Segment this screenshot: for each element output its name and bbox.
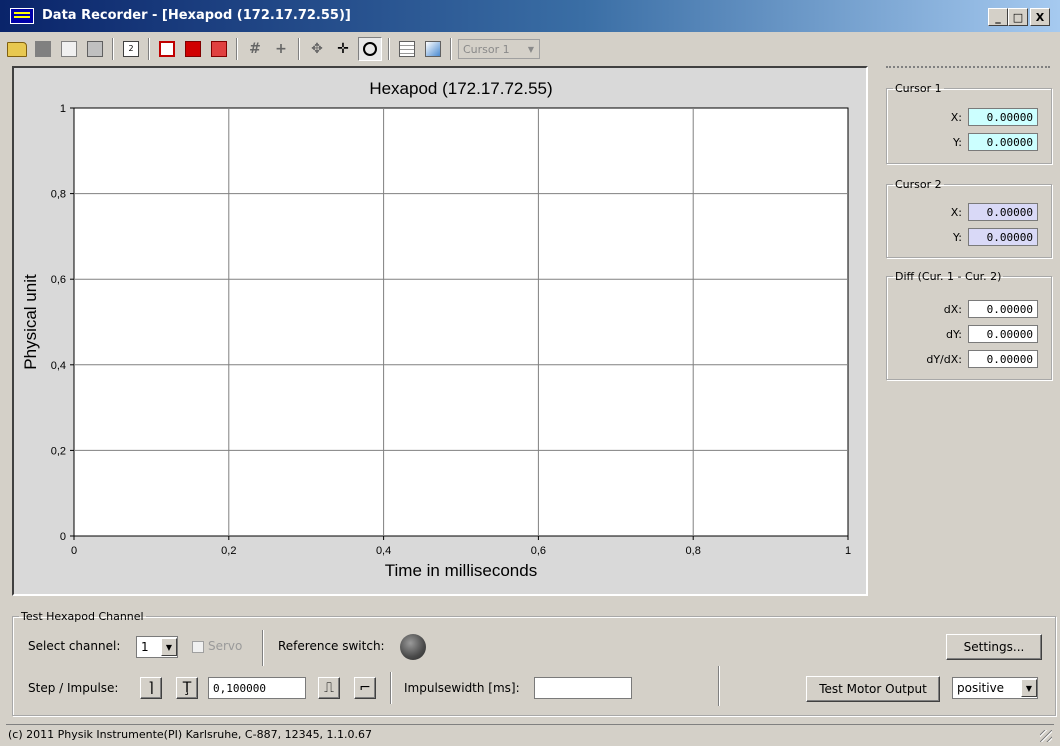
impulse-down-icon: Ţ [182, 680, 192, 696]
scale-icon[interactable]: 2 [120, 38, 142, 60]
cursor-select[interactable]: Cursor 1 ▼ [458, 39, 540, 59]
separator [718, 666, 720, 706]
step-up-icon: ⌐ [359, 680, 371, 696]
copy-icon[interactable] [58, 38, 80, 60]
impulsewidth-input[interactable] [534, 677, 632, 699]
step-down-button[interactable]: ⌉ [140, 677, 162, 699]
pan-icon[interactable]: ✥ [306, 38, 328, 60]
chart-line-icon[interactable] [156, 38, 178, 60]
step-down-icon: ⌉ [148, 680, 154, 696]
diff-dy-label: dY: [946, 327, 962, 341]
cursor-select-value: Cursor 1 [463, 42, 510, 56]
maximize-button[interactable]: □ [1008, 8, 1028, 26]
reference-switch-label: Reference switch: [278, 639, 385, 653]
data-recorder-window: Data Recorder - [Hexapod (172.17.72.55)]… [0, 0, 1060, 746]
impulse-down-button[interactable]: Ţ [176, 677, 198, 699]
diff-dy-value: 0.00000 [968, 325, 1038, 343]
x-tick-label: 0,2 [221, 545, 236, 557]
y-axis-label: Physical unit [21, 274, 40, 370]
reference-switch-led-icon [400, 634, 426, 660]
chevron-down-icon: ▼ [161, 638, 177, 656]
resize-grip-icon[interactable] [1040, 730, 1052, 742]
y-tick-label: 0 [60, 531, 66, 543]
step-up-button[interactable]: ⌐ [354, 677, 376, 699]
zoom-icon[interactable] [358, 37, 382, 61]
window-title: Data Recorder - [Hexapod (172.17.72.55)] [42, 8, 351, 23]
diff-dx-value: 0.00000 [968, 300, 1038, 318]
x-tick-label: 0,6 [531, 545, 546, 557]
diff-dydx-label: dY/dX: [926, 352, 962, 366]
cursor1-x-value: 0.00000 [968, 108, 1038, 126]
test-hexapod-legend: Test Hexapod Channel [21, 610, 144, 623]
table-icon[interactable] [396, 38, 418, 60]
impulse-up-icon: ⎍ [324, 680, 334, 696]
test-motor-output-button[interactable]: Test Motor Output [806, 676, 940, 702]
plot-area [73, 107, 849, 537]
chart-bar-icon[interactable] [208, 38, 230, 60]
cursor1-y-label: Y: [953, 135, 962, 149]
export-icon[interactable] [84, 38, 106, 60]
graph-icon[interactable] [422, 38, 444, 60]
chart-title: Hexapod (172.17.72.55) [369, 79, 552, 98]
cursor2-y-label: Y: [953, 230, 962, 244]
separator [262, 630, 264, 666]
stop-icon[interactable] [32, 38, 54, 60]
y-tick-label: 0,4 [51, 360, 66, 372]
y-tick-label: 0,8 [51, 189, 66, 201]
direction-select[interactable]: positive ▼ [952, 677, 1038, 699]
channel-select-value: 1 [141, 640, 149, 654]
step-impulse-label: Step / Impulse: [28, 681, 119, 695]
x-tick-label: 0,4 [376, 545, 391, 557]
step-value-input[interactable]: 0,100000 [208, 677, 306, 699]
toolbar: 2 # + ✥ ✛ Cursor 1 ▼ [6, 34, 752, 64]
cursor2-y-value: 0.00000 [968, 228, 1038, 246]
diff-legend: Diff (Cur. 1 - Cur. 2) [895, 270, 1002, 283]
divider [886, 66, 1050, 68]
x-tick-label: 0 [71, 545, 77, 557]
close-button[interactable]: X [1030, 8, 1050, 26]
minimize-button[interactable]: _ [988, 8, 1008, 26]
cursor1-legend: Cursor 1 [895, 82, 942, 95]
chevron-down-icon: ▼ [527, 44, 535, 54]
status-text: (c) 2011 Physik Instrumente(PI) Karlsruh… [8, 728, 373, 741]
y-tick-label: 1 [60, 103, 66, 115]
chevron-down-icon: ▼ [1021, 679, 1037, 697]
title-bar[interactable]: Data Recorder - [Hexapod (172.17.72.55)]… [0, 0, 1060, 32]
cursor1-x-label: X: [950, 110, 962, 124]
cursor2-x-value: 0.00000 [968, 203, 1038, 221]
x-tick-label: 0,8 [686, 545, 701, 557]
impulsewidth-label: Impulsewidth [ms]: [404, 681, 520, 695]
servo-checkbox[interactable] [192, 641, 204, 653]
y-tick-label: 0,2 [51, 445, 66, 457]
diff-dx-label: dX: [943, 302, 962, 316]
channel-select[interactable]: 1 ▼ [136, 636, 178, 658]
cursor2-legend: Cursor 2 [895, 178, 942, 191]
x-tick-label: 1 [845, 545, 851, 557]
app-icon [10, 8, 34, 24]
chart-svg[interactable]: 0 0,2 0,4 0,6 0,8 1 0 0,2 0,4 0,6 0,8 1 Hexapod (172… [14, 68, 866, 594]
settings-button[interactable]: Settings... [946, 634, 1042, 660]
cursor2-x-label: X: [950, 205, 962, 219]
chart-panel[interactable]: 0 0,2 0,4 0,6 0,8 1 0 0,2 0,4 0,6 0,8 1 Hexapod (172… [12, 66, 868, 596]
select-channel-label: Select channel: [28, 639, 121, 653]
servo-label: Servo [208, 639, 243, 653]
status-bar: (c) 2011 Physik Instrumente(PI) Karlsruh… [6, 724, 1054, 744]
cursor1-y-value: 0.00000 [968, 133, 1038, 151]
cursor-add-icon[interactable]: # [244, 38, 266, 60]
impulse-up-button[interactable]: ⎍ [318, 677, 340, 699]
open-folder-icon[interactable] [6, 38, 28, 60]
diff-dydx-value: 0.00000 [968, 350, 1038, 368]
separator [390, 672, 392, 704]
cursor-plus-icon[interactable]: + [270, 38, 292, 60]
direction-select-value: positive [957, 681, 1005, 695]
chart-red-icon[interactable] [182, 38, 204, 60]
move-icon[interactable]: ✛ [332, 38, 354, 60]
y-tick-label: 0,6 [51, 274, 66, 286]
x-axis-label: Time in milliseconds [385, 561, 537, 580]
